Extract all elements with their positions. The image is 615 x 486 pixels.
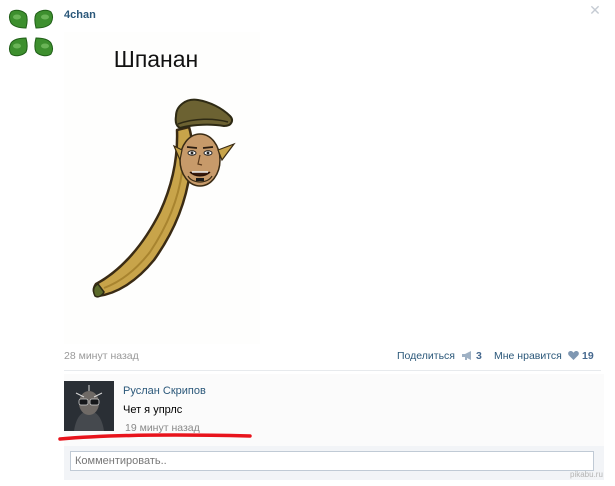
like-button[interactable]: Мне нравится xyxy=(494,350,562,362)
comment-input[interactable] xyxy=(70,451,594,471)
heart-icon[interactable] xyxy=(568,350,579,361)
comment-text: Чет я упрлс xyxy=(123,404,183,416)
watermark: pikabu.ru xyxy=(570,470,603,479)
image-caption: Шпанан xyxy=(114,46,199,72)
red-underline-annotation xyxy=(58,433,252,441)
comment-author-link[interactable]: Руслан Скрипов xyxy=(123,385,206,397)
share-button[interactable]: Поделиться xyxy=(397,350,455,362)
like-count: 19 xyxy=(582,350,594,362)
post-image[interactable]: Шпанан xyxy=(64,32,260,344)
close-icon[interactable]: ✕ xyxy=(588,3,602,17)
post-timestamp[interactable]: 28 минут назад xyxy=(64,350,139,362)
megaphone-icon[interactable] xyxy=(461,350,474,361)
four-leaf-clover-icon[interactable] xyxy=(8,8,54,58)
avatar[interactable] xyxy=(64,381,114,431)
post-author-link[interactable]: 4chan xyxy=(64,9,96,21)
divider xyxy=(64,370,601,371)
share-count: 3 xyxy=(476,350,482,362)
